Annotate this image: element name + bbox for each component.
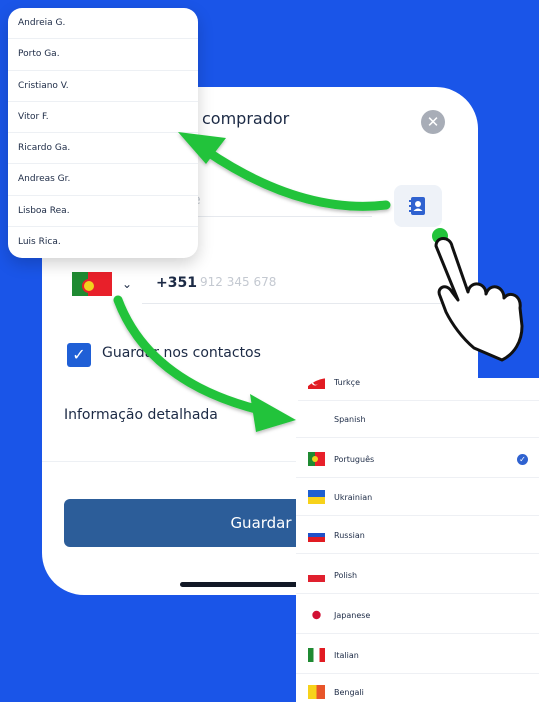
contact-item[interactable]: Ricardo Ga. xyxy=(8,133,198,165)
contact-item[interactable]: Andreas Gr. xyxy=(8,164,198,196)
turkey-flag-icon xyxy=(308,378,325,389)
divider xyxy=(296,515,539,516)
japan-flag-icon xyxy=(308,608,325,622)
name-input[interactable]: me xyxy=(172,187,372,217)
divider xyxy=(296,593,539,594)
contact-item[interactable]: Andreia G. xyxy=(8,8,198,40)
language-item[interactable]: Japanese xyxy=(296,601,539,629)
italy-flag-icon xyxy=(308,648,325,662)
dial-code: +351 xyxy=(156,275,197,291)
language-label: Polish xyxy=(334,570,358,580)
save-contacts-label: Guardar nos contactos xyxy=(102,345,261,361)
russia-flag-icon xyxy=(308,528,325,542)
language-item[interactable]: Polish xyxy=(296,561,539,589)
checkmark-icon: ✓ xyxy=(517,453,528,465)
detailed-info-toggle[interactable]: Informação detalhada xyxy=(64,407,218,423)
close-icon[interactable]: ✕ xyxy=(421,110,445,134)
chevron-down-icon: ⌄ xyxy=(122,277,133,291)
language-label: Português xyxy=(334,454,375,464)
contacts-book-button[interactable] xyxy=(394,185,442,227)
language-label: Turkçe xyxy=(334,378,360,387)
language-item[interactable]: Ukrainian xyxy=(296,483,539,511)
contact-item[interactable]: Porto Ga. xyxy=(8,39,198,71)
modal-title: comprador xyxy=(202,109,290,128)
divider xyxy=(296,673,539,674)
language-item[interactable]: Turkçe xyxy=(296,378,539,396)
language-label: Russian xyxy=(334,530,365,540)
ukraine-flag-icon xyxy=(308,490,325,504)
address-book-icon xyxy=(409,197,425,215)
language-label: Italian xyxy=(334,650,359,660)
language-dropdown: Turkçe Spanish Português ✓ Ukrainian Rus… xyxy=(296,378,539,702)
language-item[interactable]: Bengali xyxy=(296,678,539,702)
divider xyxy=(296,400,539,401)
contact-item[interactable]: Luis Rica. xyxy=(8,227,198,258)
divider xyxy=(296,633,539,634)
language-label: Bengali xyxy=(334,687,364,697)
contact-item[interactable]: Vitor F. xyxy=(8,102,198,133)
language-item[interactable]: Spanish xyxy=(296,405,539,433)
bengali-flag-icon xyxy=(308,685,325,699)
divider xyxy=(296,553,539,554)
portugal-flag-icon xyxy=(308,452,325,466)
portugal-flag-icon xyxy=(72,272,112,296)
contact-item[interactable]: Cristiano V. xyxy=(8,71,198,102)
language-label: Spanish xyxy=(334,414,366,424)
language-item[interactable]: Russian xyxy=(296,521,539,549)
language-item[interactable]: Italian xyxy=(296,641,539,669)
save-contacts-checkbox[interactable]: ✓ xyxy=(67,343,91,367)
contact-item[interactable]: Lisboa Rea. xyxy=(8,196,198,227)
divider xyxy=(296,477,539,478)
phone-input-underline xyxy=(142,303,442,304)
country-code-picker[interactable]: ⌄ xyxy=(72,269,142,299)
language-label: Ukrainian xyxy=(334,492,373,502)
language-item-selected[interactable]: Português ✓ xyxy=(296,445,539,473)
contacts-dropdown: Andreia G. Porto Ga. Cristiano V. Vitor … xyxy=(8,8,198,258)
divider xyxy=(296,437,539,438)
phone-input[interactable]: 912 345 678 xyxy=(200,275,276,289)
language-label: Japanese xyxy=(334,610,371,620)
poland-flag-icon xyxy=(308,568,325,582)
